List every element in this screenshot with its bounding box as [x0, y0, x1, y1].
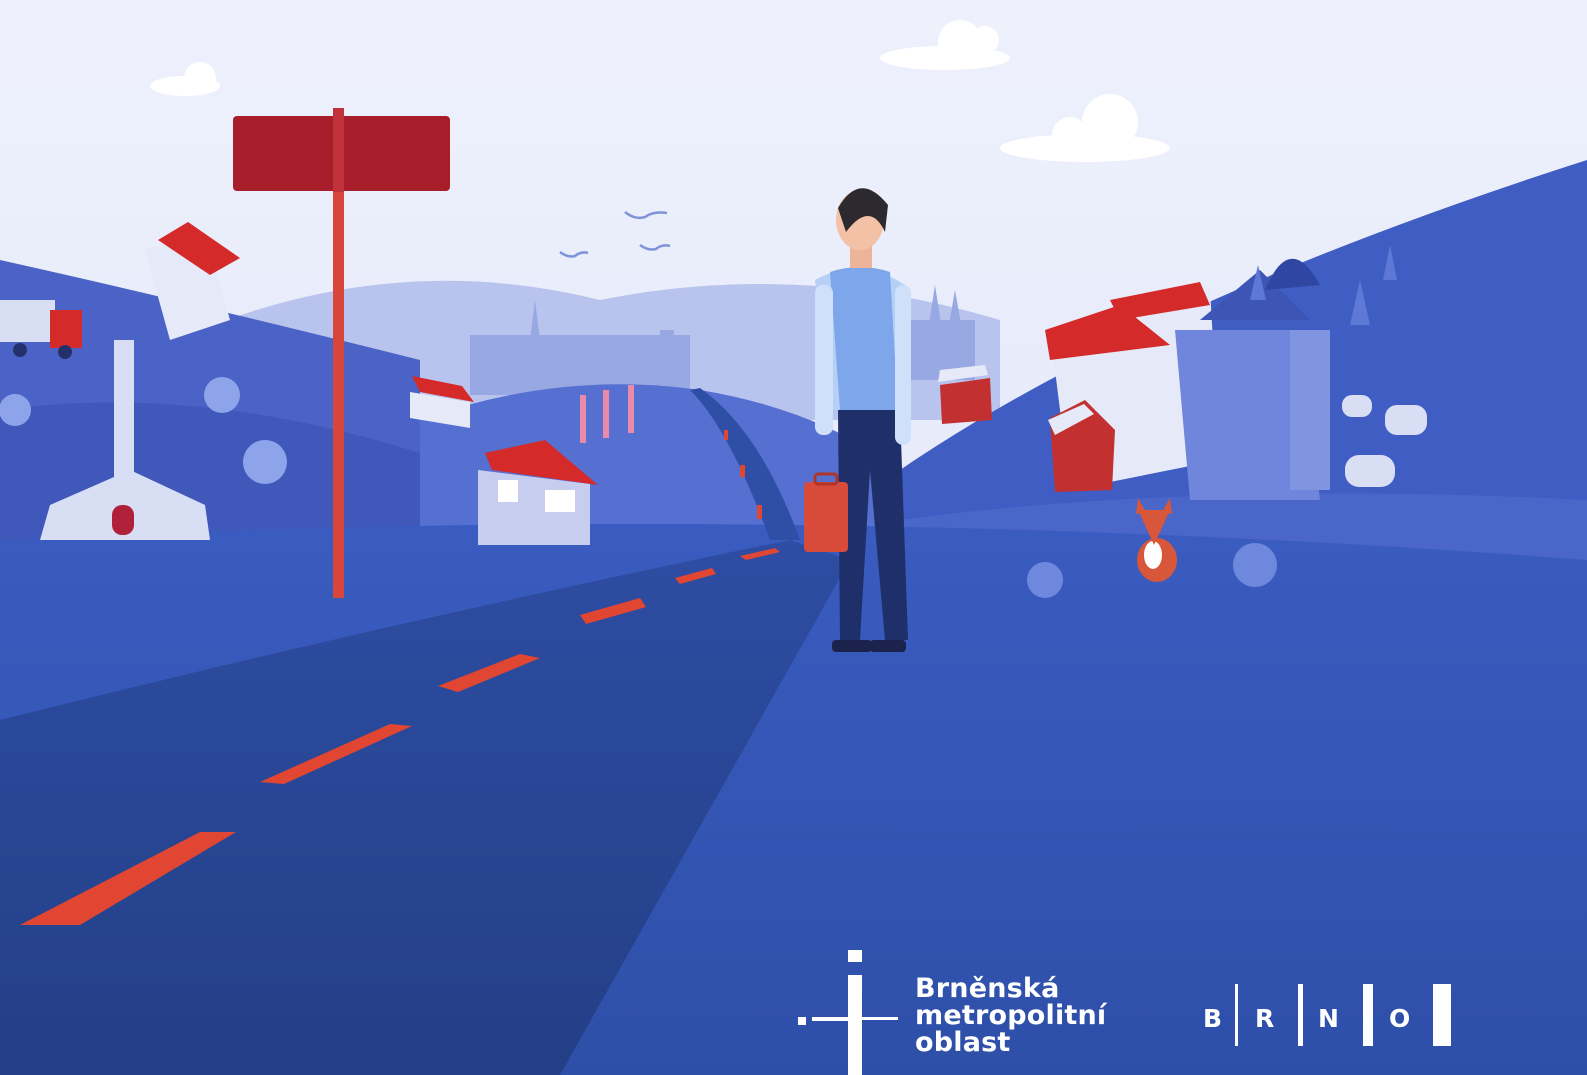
brno-bar-2: [1298, 984, 1303, 1046]
brno-logo: B R N O: [1203, 984, 1473, 1056]
brno-bar-1: [1235, 984, 1238, 1046]
brno-bar-3: [1363, 984, 1373, 1046]
metro-logo-line1: Brněnská: [915, 973, 1060, 1004]
metro-logo: Brněnská metropolitní oblast: [800, 955, 1130, 1075]
illustration-scene: [0, 0, 1587, 1075]
house-right-small: [938, 365, 992, 424]
brno-letter-b: B: [1203, 1004, 1223, 1033]
metro-logo-line2: metropolitní: [915, 1000, 1107, 1031]
brno-bar-4: [1433, 984, 1451, 1046]
brno-letter-o: O: [1389, 1004, 1411, 1033]
metro-logo-line3: oblast: [915, 1027, 1011, 1058]
brno-letter-n: N: [1318, 1004, 1339, 1033]
metro-logo-text: Brněnská metropolitní oblast: [915, 975, 1106, 1056]
brno-letter-r: R: [1255, 1004, 1275, 1033]
